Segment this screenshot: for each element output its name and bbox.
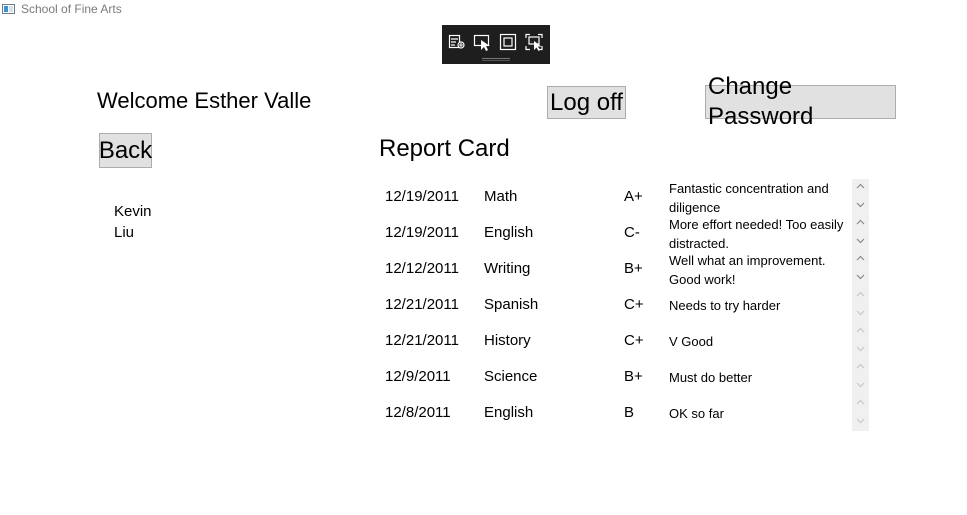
report-grade: C+ [624, 296, 644, 313]
report-grade: A+ [624, 188, 643, 205]
app-window-icon [2, 4, 15, 14]
report-subject: English [484, 224, 534, 241]
report-comment[interactable]: OK so far [669, 404, 849, 423]
table-row: 12/21/2011 History C+ V Good [380, 323, 870, 359]
report-subject: History [484, 332, 531, 349]
comment-scrollbar[interactable] [852, 179, 869, 215]
report-date: 12/21/2011 [385, 332, 459, 349]
chevron-up-icon[interactable] [856, 325, 865, 334]
report-comment[interactable]: Fantastic concentration and diligence [669, 179, 849, 217]
student-last-name: Liu [114, 224, 135, 241]
chevron-up-icon[interactable] [856, 253, 865, 262]
comment-scrollbar[interactable] [852, 359, 869, 395]
report-comment[interactable]: V Good [669, 332, 849, 351]
report-grade: B+ [624, 260, 643, 277]
report-date: 12/12/2011 [385, 260, 459, 277]
select-element-icon[interactable] [473, 33, 491, 51]
chevron-down-icon[interactable] [856, 272, 865, 281]
log-off-button[interactable]: Log off [547, 86, 626, 119]
comment-scrollbar[interactable] [852, 395, 869, 431]
window-title: School of Fine Arts [21, 2, 122, 16]
title-bar: School of Fine Arts [0, 0, 400, 20]
toolbar-grip[interactable] [482, 58, 510, 59]
welcome-text: Welcome Esther Valle [97, 88, 312, 113]
track-focused-element-icon[interactable] [525, 33, 543, 51]
report-comment[interactable]: More effort needed! Too easily distracte… [669, 215, 849, 253]
report-grade: C- [624, 224, 640, 241]
comment-scrollbar[interactable] [852, 251, 869, 287]
comment-scrollbar[interactable] [852, 323, 869, 359]
table-row: 12/9/2011 Science B+ Must do better [380, 359, 870, 395]
chevron-down-icon[interactable] [856, 200, 865, 209]
change-password-button[interactable]: Change Password [705, 73, 896, 130]
report-subject: Science [484, 368, 538, 385]
chevron-up-icon[interactable] [856, 181, 865, 190]
report-comment[interactable]: Well what an improvement. Good work! [669, 251, 849, 289]
chevron-up-icon[interactable] [856, 289, 865, 298]
report-card-table: 12/19/2011 Math A+ Fantastic concentration … [380, 179, 870, 431]
debug-toolbar [442, 25, 550, 64]
chevron-down-icon[interactable] [856, 380, 865, 389]
table-row: 12/19/2011 Math A+ Fantastic concentration … [380, 179, 870, 215]
chevron-up-icon[interactable] [856, 397, 865, 406]
report-date: 12/19/2011 [385, 188, 459, 205]
live-visual-tree-icon[interactable] [448, 33, 466, 51]
table-row: 12/21/2011 Spanish C+ Needs to try harder [380, 287, 870, 323]
chevron-down-icon[interactable] [856, 308, 865, 317]
table-row: 12/8/2011 English B OK so far [380, 395, 870, 431]
chevron-up-icon[interactable] [856, 361, 865, 370]
table-row: 12/19/2011 English C- More effort needed! T… [380, 215, 870, 251]
report-comment[interactable]: Needs to try harder [669, 296, 849, 315]
report-grade: B [624, 404, 635, 421]
report-date: 12/21/2011 [385, 296, 459, 313]
chevron-down-icon[interactable] [856, 344, 865, 353]
chevron-up-icon[interactable] [856, 217, 865, 226]
report-grade: B+ [624, 368, 643, 385]
report-comment[interactable]: Must do better [669, 368, 849, 387]
student-list-item[interactable]: Kevin Liu [114, 201, 174, 243]
chevron-down-icon[interactable] [856, 236, 865, 245]
report-subject: Writing [484, 260, 531, 277]
report-card-title: Report Card [379, 135, 510, 162]
report-subject: Math [484, 188, 518, 205]
report-subject: English [484, 404, 534, 421]
student-first-name: Kevin [114, 203, 152, 220]
report-subject: Spanish [484, 296, 539, 313]
comment-scrollbar[interactable] [852, 287, 869, 323]
table-row: 12/12/2011 Writing B+ Well what an improvem… [380, 251, 870, 287]
comment-scrollbar[interactable] [852, 215, 869, 251]
display-layout-adorners-icon[interactable] [499, 33, 517, 51]
report-date: 12/8/2011 [385, 404, 451, 421]
back-button[interactable]: Back [99, 133, 152, 168]
report-grade: C+ [624, 332, 644, 349]
report-date: 12/19/2011 [385, 224, 459, 241]
chevron-down-icon[interactable] [856, 416, 865, 425]
report-date: 12/9/2011 [385, 368, 451, 385]
